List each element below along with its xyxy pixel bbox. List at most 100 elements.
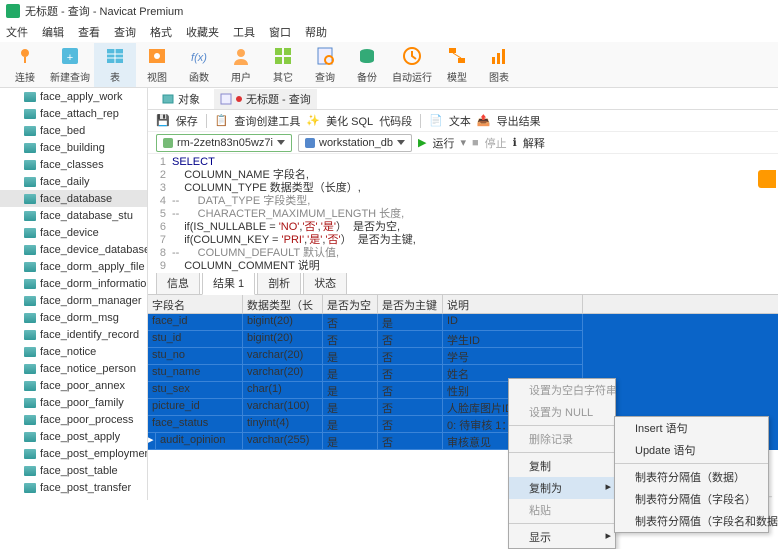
table-row[interactable]: stu_idbigint(20)否否学生ID [148, 331, 778, 348]
run-icon[interactable]: ▶ [418, 136, 426, 149]
explain-icon[interactable]: ℹ [513, 136, 517, 149]
sidebar-item[interactable]: face_dorm_information [0, 275, 147, 292]
sidebar-item[interactable]: face_device_database [0, 241, 147, 258]
explain-button[interactable]: 解释 [523, 135, 545, 151]
ctx-tsv-both[interactable]: 制表符分隔值（字段名和数据） [615, 510, 768, 532]
menu-收藏夹[interactable]: 收藏夹 [186, 24, 219, 40]
builder-button[interactable]: 查询创建工具 [234, 113, 300, 129]
table-button[interactable]: 表 [94, 43, 136, 87]
tab-objects[interactable]: 对象 [156, 89, 206, 109]
sidebar-item[interactable]: face_record_workstudy [0, 496, 147, 500]
ctx-tsv-data[interactable]: 制表符分隔值（数据） [615, 466, 768, 488]
menu-查询[interactable]: 查询 [114, 24, 136, 40]
ctx-set-blank[interactable]: 设置为空白字符串 [509, 379, 615, 401]
context-menu[interactable]: 设置为空白字符串 设置为 NULL 删除记录 复制 复制为 粘贴 显示 [508, 378, 616, 549]
run-button[interactable]: 运行 [432, 135, 454, 151]
save-button[interactable]: 保存 [176, 113, 198, 129]
menu-工具[interactable]: 工具 [233, 24, 255, 40]
code[interactable]: SELECT COLUMN_NAME 字段名, COLUMN_TYPE 数据类型… [172, 154, 778, 273]
table-row[interactable]: picture_idvarchar(100)是否人脸库图片ID [148, 399, 778, 416]
model-button[interactable]: 模型 [436, 43, 478, 87]
server-select[interactable]: rm-2zetn83n05wz7i [156, 134, 292, 152]
sidebar-item[interactable]: face_notice_person [0, 360, 147, 377]
beautify-icon[interactable]: ✨ [306, 114, 320, 127]
ctx-copy[interactable]: 复制 [509, 455, 615, 477]
ctx-paste[interactable]: 粘贴 [509, 499, 615, 521]
sql-editor[interactable]: 123456789 SELECT COLUMN_NAME 字段名, COLUMN… [148, 154, 778, 273]
sidebar-item[interactable]: face_dorm_msg [0, 309, 147, 326]
sidebar-item[interactable]: face_notice [0, 343, 147, 360]
query-button[interactable]: 查询 [304, 43, 346, 87]
sidebar-item[interactable]: face_post_employmen [0, 445, 147, 462]
sidebar-item[interactable]: face_bed [0, 122, 147, 139]
sidebar-item[interactable]: face_device [0, 224, 147, 241]
export-icon[interactable]: 📤 [477, 114, 491, 127]
menu-编辑[interactable]: 编辑 [42, 24, 64, 40]
sidebar-item[interactable]: face_post_apply [0, 428, 147, 445]
snippet-button[interactable]: 代码段 [379, 113, 412, 129]
tab-result[interactable]: 结果 1 [202, 271, 255, 295]
save-icon[interactable]: 💾 [156, 114, 170, 127]
titlebar: 无标题 - 查询 - Navicat Premium [0, 0, 778, 22]
backup-button[interactable]: 备份 [346, 43, 388, 87]
beautify-button[interactable]: 美化 SQL [326, 113, 373, 129]
menu-查看[interactable]: 查看 [78, 24, 100, 40]
automation-button[interactable]: 自动运行 [388, 43, 436, 87]
tab-info[interactable]: 信息 [156, 271, 200, 294]
sidebar-item[interactable]: face_building [0, 139, 147, 156]
grid-header: 字段名 数据类型（长 是否为空 是否为主键 说明 [148, 295, 778, 314]
sidebar-item[interactable]: face_database [0, 190, 147, 207]
menu-文件[interactable]: 文件 [6, 24, 28, 40]
table-row[interactable]: stu_novarchar(20)是否学号 [148, 348, 778, 365]
table-row[interactable]: face_idbigint(20)否是ID [148, 314, 778, 331]
ctx-tsv-fields[interactable]: 制表符分隔值（字段名） [615, 488, 768, 510]
ctx-copy-as[interactable]: 复制为 [509, 477, 615, 499]
sidebar-item[interactable]: face_post_table [0, 462, 147, 479]
context-submenu[interactable]: Insert 语句 Update 语句 制表符分隔值（数据） 制表符分隔值（字段… [614, 416, 769, 533]
menubar[interactable]: 文件编辑查看查询格式收藏夹工具窗口帮助 [0, 22, 778, 42]
sidebar-item[interactable]: face_poor_annex [0, 377, 147, 394]
table-row[interactable]: stu_sexchar(1)是否性别 [148, 382, 778, 399]
sidebar-item[interactable]: face_poor_family [0, 394, 147, 411]
menu-帮助[interactable]: 帮助 [305, 24, 327, 40]
db-icon [305, 138, 315, 148]
menu-窗口[interactable]: 窗口 [269, 24, 291, 40]
sidebar-item[interactable]: face_dorm_apply_file [0, 258, 147, 275]
sidebar-item[interactable]: face_attach_rep [0, 105, 147, 122]
text-icon[interactable]: 📄 [429, 114, 443, 127]
other-button[interactable]: 其它 [262, 43, 304, 87]
sidebar-item[interactable]: face_post_transfer [0, 479, 147, 496]
ctx-update-stmt[interactable]: Update 语句 [615, 439, 768, 461]
query-icon [314, 45, 336, 67]
ctx-set-null[interactable]: 设置为 NULL [509, 401, 615, 423]
sidebar-item[interactable]: face_identify_record [0, 326, 147, 343]
text-button[interactable]: 文本 [449, 113, 471, 129]
db-select[interactable]: workstation_db [298, 134, 412, 152]
table-icon [24, 330, 36, 340]
tab-status[interactable]: 状态 [303, 271, 347, 294]
table-row[interactable]: stu_namevarchar(20)是否姓名 [148, 365, 778, 382]
menu-格式[interactable]: 格式 [150, 24, 172, 40]
sidebar-item[interactable]: face_daily [0, 173, 147, 190]
export-button[interactable]: 导出结果 [497, 113, 541, 129]
sidebar-item[interactable]: face_classes [0, 156, 147, 173]
tab-query[interactable]: 无标题 - 查询 [214, 89, 317, 109]
connection-bar: rm-2zetn83n05wz7i workstation_db ▶运行▾ ■停… [148, 132, 778, 154]
sidebar-item[interactable]: face_apply_work [0, 88, 147, 105]
builder-icon[interactable]: 📋 [215, 114, 229, 127]
sidebar[interactable]: face_apply_workface_attach_repface_bedfa… [0, 88, 148, 500]
sidebar-item[interactable]: face_dorm_manager [0, 292, 147, 309]
sidebar-item[interactable]: face_poor_process [0, 411, 147, 428]
ctx-show[interactable]: 显示 [509, 526, 615, 548]
sidebar-item[interactable]: face_database_stu [0, 207, 147, 224]
connect-button[interactable]: 连接 [4, 43, 46, 87]
user-button[interactable]: 用户 [220, 43, 262, 87]
tab-profile[interactable]: 剖析 [257, 271, 301, 294]
ctx-insert-stmt[interactable]: Insert 语句 [615, 417, 768, 439]
function-button[interactable]: f(x)函数 [178, 43, 220, 87]
view-button[interactable]: 视图 [136, 43, 178, 87]
ctx-delete[interactable]: 删除记录 [509, 428, 615, 450]
chart-button[interactable]: 图表 [478, 43, 520, 87]
new-query-button[interactable]: +新建查询 [46, 43, 94, 87]
side-badge[interactable] [758, 170, 776, 188]
